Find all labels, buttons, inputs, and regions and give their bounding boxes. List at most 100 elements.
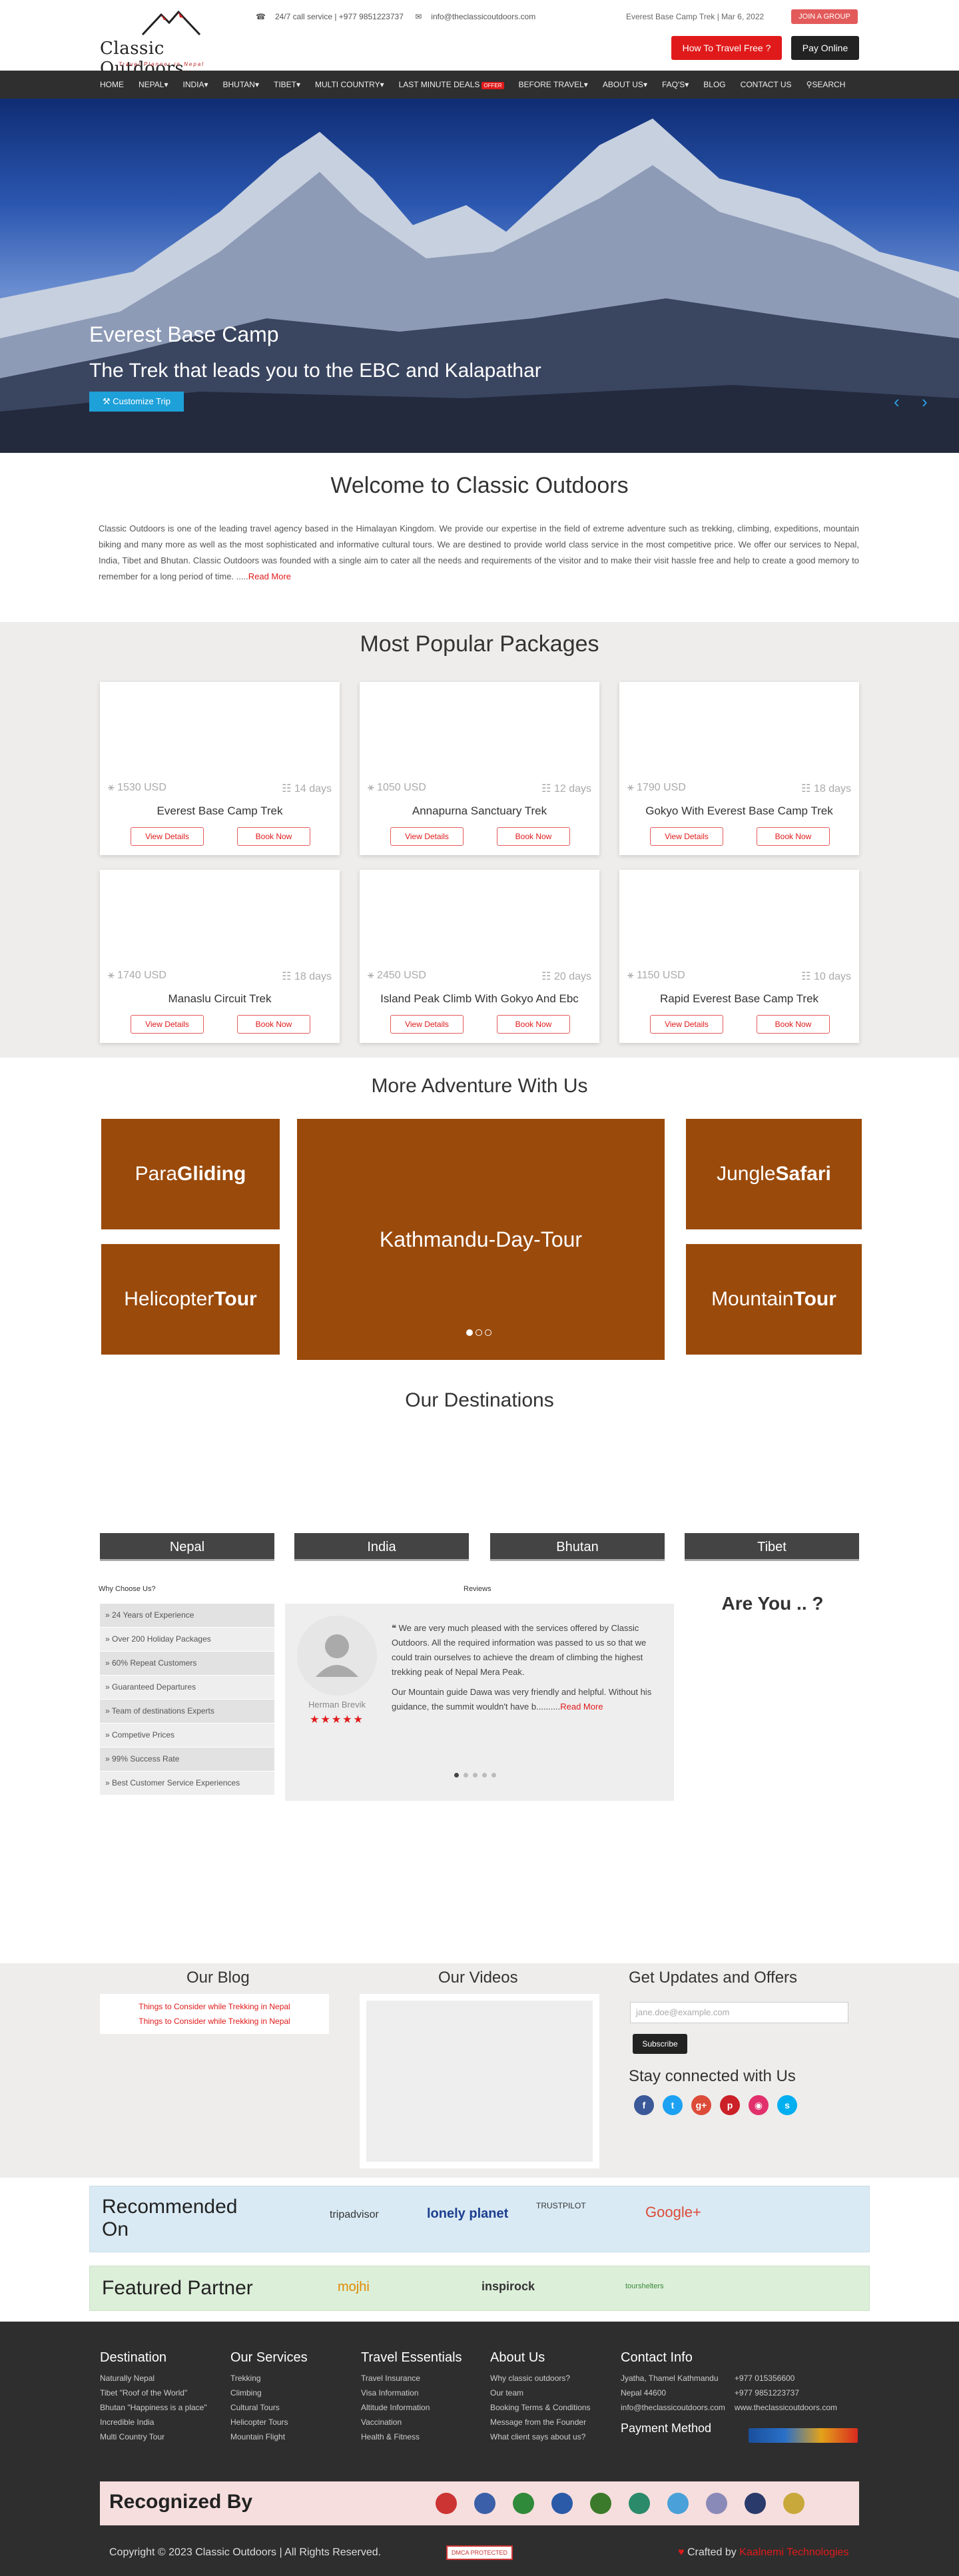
skype-icon[interactable]: s [777,2095,797,2115]
package-title[interactable]: Annapurna Sanctuary Trek [360,805,599,818]
nav-nepal[interactable]: NEPAL▾ [139,80,168,89]
footer-link[interactable]: Why classic outdoors? [490,2371,617,2386]
slider-dot[interactable] [491,1773,496,1777]
slider-dot[interactable] [476,1329,482,1336]
book-now-button[interactable]: Book Now [497,827,570,846]
nav-multi-country[interactable]: MULTI COUNTRY▾ [315,80,384,89]
slider-dot[interactable] [482,1773,487,1777]
mountain-tour-tile[interactable]: Mountain Tour [686,1244,862,1355]
nav-home[interactable]: HOME [100,80,124,89]
footer-link[interactable]: Travel Insurance [361,2371,481,2386]
trustpilot-logo[interactable]: TRUSTPILOT [536,2201,586,2210]
slider-prev-icon[interactable]: ‹ [894,392,900,412]
google-plus-icon[interactable]: g+ [691,2095,711,2115]
crafted-by-link[interactable]: Kaalnemi Technologies [739,2547,848,2558]
site-logo[interactable]: Classic Outdoors Travel Planner in Nepal [99,8,252,79]
nav-blog[interactable]: BLOG [703,80,725,89]
paragliding-tile[interactable]: Para Gliding [101,1119,280,1229]
footer-link[interactable]: Health & Fitness [361,2429,481,2444]
book-now-button[interactable]: Book Now [237,827,310,846]
package-title[interactable]: Everest Base Camp Trek [100,805,340,818]
twitter-icon[interactable]: t [663,2095,683,2115]
package-title[interactable]: Manaslu Circuit Trek [100,992,340,1006]
book-now-button[interactable]: Book Now [237,1015,310,1034]
pinterest-icon[interactable]: p [720,2095,740,2115]
nav-last-minute-deals[interactable]: LAST MINUTE DEALS OFFER [399,80,504,89]
destination-nepal[interactable]: Nepal [100,1533,274,1561]
travel-free-button[interactable]: How To Travel Free ? [671,36,782,60]
footer-link[interactable]: Visa Information [361,2386,481,2400]
package-title[interactable]: Island Peak Climb With Gokyo And Ebc [360,992,599,1006]
package-title[interactable]: Gokyo With Everest Base Camp Trek [619,805,859,818]
helicopter-tour-tile[interactable]: Helicopter Tour [101,1244,280,1355]
instagram-icon[interactable]: ◉ [749,2095,769,2115]
footer-link[interactable]: Helicopter Tours [230,2415,344,2429]
footer-link[interactable]: Climbing [230,2386,344,2400]
contact-phone-2[interactable]: +977 9851223737 [735,2386,837,2400]
nav-india[interactable]: INDIA▾ [182,80,208,89]
google-plus-logo[interactable]: Google+ [645,2204,701,2221]
footer-link[interactable]: Our team [490,2386,617,2400]
footer-link[interactable]: Altitude Information [361,2400,481,2415]
footer-link[interactable]: Mountain Flight [230,2429,344,2444]
slider-dot[interactable] [485,1329,491,1336]
book-now-button[interactable]: Book Now [757,1015,830,1034]
join-group-button[interactable]: JOIN A GROUP [791,9,858,24]
footer-link[interactable]: Trekking [230,2371,344,2386]
destination-bhutan[interactable]: Bhutan [490,1533,665,1561]
video-player[interactable] [360,1994,599,2168]
view-details-button[interactable]: View Details [390,1015,464,1034]
contact-phone-1[interactable]: +977 015356600 [735,2371,837,2386]
destination-india[interactable]: India [294,1533,469,1561]
dmca-badge[interactable]: DMCA PROTECTED [446,2545,513,2560]
nav-faqs[interactable]: FAQ'S▾ [662,80,689,89]
blog-post-title[interactable]: Things to Consider while Trekking in Nep… [100,2014,329,2029]
footer-link[interactable]: Bhutan "Happiness is a place" [100,2400,213,2415]
view-details-button[interactable]: View Details [131,827,204,846]
slider-dot[interactable] [466,1329,473,1336]
blog-post[interactable]: Things to Consider while Trekking in Nep… [100,1994,329,2034]
kathmandu-day-tour-slide[interactable]: Kathmandu-Day-Tour [297,1119,665,1360]
nav-search[interactable]: ⚲SEARCH [806,80,846,89]
contact-web[interactable]: www.theclassicoutdoors.com [735,2400,837,2415]
mojhi-logo[interactable]: mojhi [338,2280,370,2295]
nav-about-us[interactable]: ABOUT US▾ [603,80,647,89]
footer-link[interactable]: Tibet "Roof of the World" [100,2386,213,2400]
newsletter-email-input[interactable]: jane.doe@example.com [630,2002,848,2023]
footer-link[interactable]: Vaccination [361,2415,481,2429]
view-details-button[interactable]: View Details [650,827,723,846]
review-read-more-link[interactable]: Read More [560,1702,603,1712]
customize-trip-button[interactable]: ⚒ Customize Trip [89,392,184,412]
news-ticker[interactable]: Everest Base Camp Trek | Mar 6, 2022 [626,12,764,21]
facebook-icon[interactable]: f [634,2095,654,2115]
nav-tibet[interactable]: TIBET▾ [274,80,300,89]
jungle-safari-tile[interactable]: Jungle Safari [686,1119,862,1229]
destination-tibet[interactable]: Tibet [685,1533,859,1561]
lonely-planet-logo[interactable]: lonely planet [427,2206,508,2222]
footer-link[interactable]: What client says about us? [490,2429,617,2444]
footer-link[interactable]: Naturally Nepal [100,2371,213,2386]
welcome-read-more-link[interactable]: Read More [248,571,291,581]
view-details-button[interactable]: View Details [650,1015,723,1034]
slider-dot[interactable] [464,1773,468,1777]
footer-link[interactable]: Incredible India [100,2415,213,2429]
footer-link[interactable]: Booking Terms & Conditions [490,2400,617,2415]
package-title[interactable]: Rapid Everest Base Camp Trek [619,992,859,1006]
contact-email[interactable]: info@theclassicoutdoors.com [621,2400,725,2415]
footer-link[interactable]: Cultural Tours [230,2400,344,2415]
pay-online-button[interactable]: Pay Online [791,36,859,60]
email-link[interactable]: info@theclassicoutdoors.com [431,12,535,21]
nav-contact-us[interactable]: CONTACT US [741,80,792,89]
footer-link[interactable]: Multi Country Tour [100,2429,213,2444]
inspirock-logo[interactable]: inspirock [481,2280,535,2294]
subscribe-button[interactable]: Subscribe [633,2034,687,2054]
book-now-button[interactable]: Book Now [497,1015,570,1034]
slider-dot[interactable] [454,1773,459,1777]
tourshelters-logo[interactable]: tourshelters [625,2282,663,2290]
nav-before-travel[interactable]: BEFORE TRAVEL▾ [519,80,588,89]
footer-link[interactable]: Message from the Founder [490,2415,617,2429]
slider-next-icon[interactable]: › [922,392,928,412]
book-now-button[interactable]: Book Now [757,827,830,846]
view-details-button[interactable]: View Details [390,827,464,846]
nav-bhutan[interactable]: BHUTAN▾ [223,80,259,89]
